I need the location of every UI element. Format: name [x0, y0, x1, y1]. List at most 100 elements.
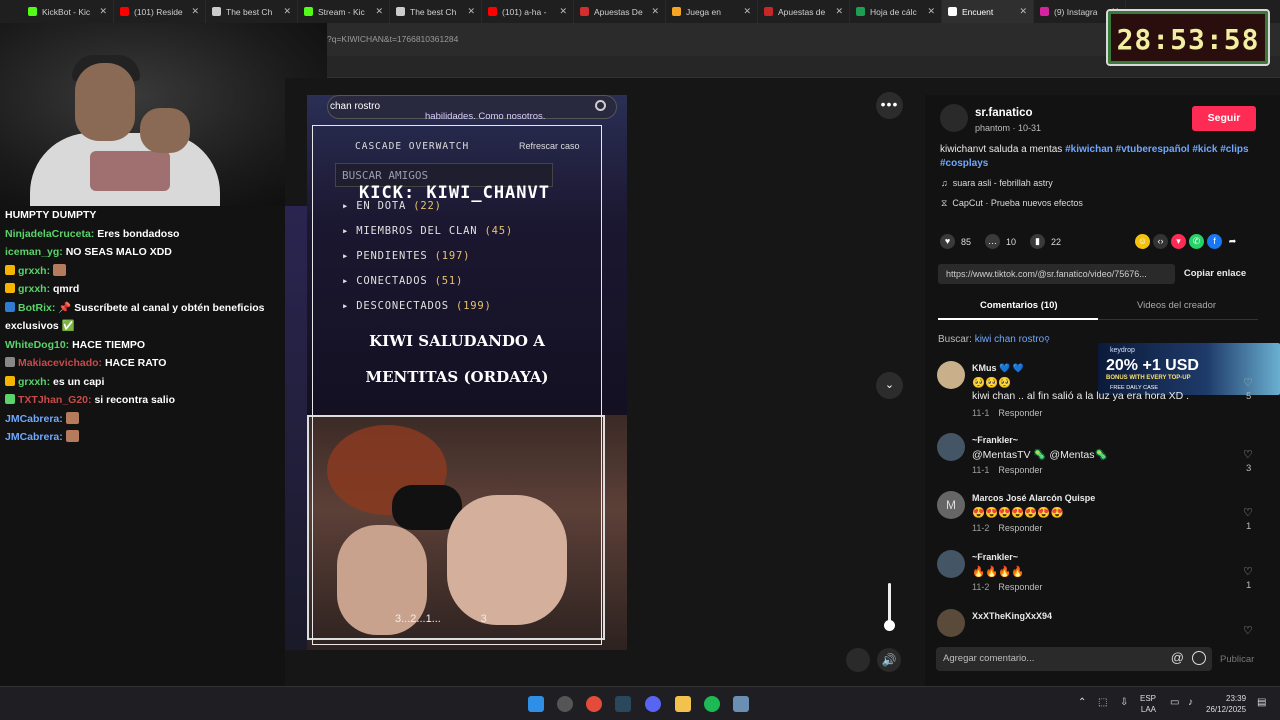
browser-tab[interactable]: Encuent ✕ — [942, 0, 1034, 23]
close-icon[interactable]: ✕ — [829, 6, 843, 17]
language-indicator[interactable]: ESP LAA — [1140, 693, 1156, 715]
close-icon[interactable]: ✕ — [553, 6, 567, 17]
capcut-label[interactable]: CapCut · Prueba nuevos efectos — [952, 198, 1083, 208]
close-icon[interactable]: ✕ — [277, 6, 291, 17]
hashtag-link[interactable]: #vtuberespañol — [1116, 144, 1190, 155]
like-comment-icon[interactable]: ♡ — [1243, 565, 1253, 578]
reply-button[interactable]: Responder — [998, 408, 1042, 418]
browser-tab[interactable]: Hoja de cálc ✕ — [850, 0, 942, 23]
browser-tab[interactable]: Apuestas De ✕ — [574, 0, 666, 23]
commenter-avatar[interactable] — [937, 433, 965, 461]
post-link-field[interactable]: https://www.tiktok.com/@sr.fanatico/vide… — [938, 264, 1175, 284]
comment-icon[interactable]: … — [985, 234, 1001, 249]
chat-username[interactable]: NinjadelaCruceta: — [5, 228, 94, 240]
music-line[interactable]: ♫ suara asli - febrillah astry — [941, 178, 1053, 188]
windows-start-icon[interactable] — [528, 696, 544, 712]
url-text[interactable]: ?q=KIWICHAN&t=1766810361284 — [327, 34, 458, 44]
chat-username[interactable]: JMCabrera: — [5, 413, 63, 425]
browser-tab[interactable]: The best Ch ✕ — [206, 0, 298, 23]
like-comment-icon[interactable]: ♡ — [1243, 506, 1253, 519]
close-icon[interactable]: ✕ — [737, 6, 751, 17]
close-icon[interactable]: ✕ — [93, 6, 107, 17]
more-options-button[interactable]: ••• — [876, 92, 903, 119]
copy-link-button[interactable]: Copiar enlace — [1178, 264, 1252, 284]
tiktok-video[interactable]: chan rostro habilidades. Como nosotros. … — [307, 95, 627, 650]
heart-icon[interactable]: ♥ — [940, 234, 955, 249]
volume-button[interactable]: 🔊 — [877, 648, 901, 672]
comments-stat[interactable]: … 10 — [985, 234, 1016, 249]
share-arrow-icon[interactable]: ➦ — [1225, 234, 1240, 249]
like-comment-icon[interactable]: ♡ — [1243, 448, 1253, 461]
reply-button[interactable]: Responder — [998, 582, 1042, 592]
spotify-icon[interactable] — [704, 696, 720, 712]
capcut-line[interactable]: ⧖ CapCut · Prueba nuevos efectos — [941, 198, 1083, 209]
browser-tab[interactable]: Juega en ✕ — [666, 0, 758, 23]
chat-username[interactable]: WhiteDog10: — [5, 339, 69, 351]
volume-tray-icon[interactable]: ♪ — [1188, 697, 1193, 708]
app-icon[interactable] — [557, 696, 573, 712]
close-icon[interactable]: ✕ — [921, 6, 935, 17]
browser-tab[interactable]: KickBot - Kic ✕ — [22, 0, 114, 23]
tab-comments[interactable]: Comentarios (10) — [980, 300, 1058, 311]
commenter-name[interactable]: XxXTheKingXxX94 — [972, 611, 1052, 621]
reply-button[interactable]: Responder — [998, 523, 1042, 533]
browser-tab[interactable]: (101) Reside ✕ — [114, 0, 206, 23]
close-icon[interactable]: ✕ — [1013, 6, 1027, 17]
commenter-name[interactable]: ~Frankler~ — [972, 552, 1018, 562]
author-name[interactable]: sr.fanatico — [975, 107, 1033, 119]
close-icon[interactable]: ✕ — [461, 6, 475, 17]
close-icon[interactable]: ✕ — [645, 6, 659, 17]
tab-creator-videos[interactable]: Videos del creador — [1137, 300, 1216, 311]
next-video-button[interactable]: ⌄ — [876, 372, 903, 399]
embed-icon[interactable]: ‹› — [1153, 234, 1168, 249]
repost-icon[interactable]: ▾ — [1171, 234, 1186, 249]
chat-username[interactable]: BotRix: — [18, 302, 55, 314]
picture-in-picture-button[interactable] — [846, 648, 870, 672]
comment-input-placeholder[interactable]: Agregar comentario... — [943, 653, 1034, 664]
like-comment-icon[interactable]: ♡ — [1243, 624, 1253, 637]
like-comment-icon[interactable]: ♡ — [1243, 376, 1253, 389]
network-icon[interactable]: ▭ — [1170, 697, 1179, 708]
chat-username[interactable]: iceman_yg: — [5, 246, 63, 258]
commenter-name[interactable]: KMus 💙 💙 — [972, 363, 1024, 374]
browser-tab[interactable]: The best Ch ✕ — [390, 0, 482, 23]
chrome-icon[interactable] — [586, 696, 602, 712]
comment-search-label[interactable]: Buscar: kiwi chan rostro⚲ — [938, 334, 1050, 345]
chat-username[interactable]: grxxh: — [18, 265, 50, 277]
chat-username[interactable]: grxxh: — [18, 376, 50, 388]
commenter-avatar[interactable] — [937, 361, 965, 389]
coin-icon[interactable]: ☺ — [1135, 234, 1150, 249]
hashtag-link[interactable]: #kick — [1192, 144, 1217, 155]
close-icon[interactable]: ✕ — [185, 6, 199, 17]
chat-username[interactable]: grxxh: — [18, 283, 50, 295]
commenter-avatar[interactable] — [937, 609, 965, 637]
discord-icon[interactable] — [645, 696, 661, 712]
chat-username[interactable]: TXTJhan_G20: — [18, 394, 92, 406]
browser-tab[interactable]: Stream - Kic ✕ — [298, 0, 390, 23]
mention-icon[interactable]: @ — [1171, 650, 1184, 665]
commenter-name[interactable]: Marcos José Alarcón Quispe — [972, 493, 1095, 503]
volume-slider-knob[interactable] — [884, 620, 895, 631]
likes-stat[interactable]: ♥ 85 — [940, 234, 971, 249]
bookmark-icon[interactable]: ▮ — [1030, 234, 1046, 249]
follow-button[interactable]: Seguir — [1192, 106, 1256, 131]
clock[interactable]: 23:39 26/12/2025 — [1206, 693, 1246, 715]
browser-tab[interactable]: Apuestas de ✕ — [758, 0, 850, 23]
steam-icon[interactable] — [615, 696, 631, 712]
music-title[interactable]: suara asli - febrillah astry — [953, 178, 1053, 188]
tray-chevron-icon[interactable]: ⌃ — [1078, 697, 1086, 708]
comment-input[interactable]: Agregar comentario... @ — [936, 647, 1212, 671]
commenter-name[interactable]: ~Frankler~ — [972, 435, 1018, 445]
chat-username[interactable]: JMCabrera: — [5, 431, 63, 443]
emoji-icon[interactable] — [1192, 651, 1206, 665]
whatsapp-icon[interactable]: ✆ — [1189, 234, 1204, 249]
commenter-avatar[interactable]: M — [937, 491, 965, 519]
close-icon[interactable]: ✕ — [369, 6, 383, 17]
browser-tab[interactable]: (101) a-ha - ✕ — [482, 0, 574, 23]
tray-usb-icon[interactable]: ⇩ — [1120, 697, 1128, 708]
publish-button[interactable]: Publicar — [1220, 654, 1254, 665]
saves-stat[interactable]: ▮ 22 — [1030, 234, 1061, 249]
calculator-icon[interactable] — [733, 696, 749, 712]
chat-username[interactable]: Makiacevichado: — [18, 357, 102, 369]
folder-icon[interactable] — [675, 696, 691, 712]
